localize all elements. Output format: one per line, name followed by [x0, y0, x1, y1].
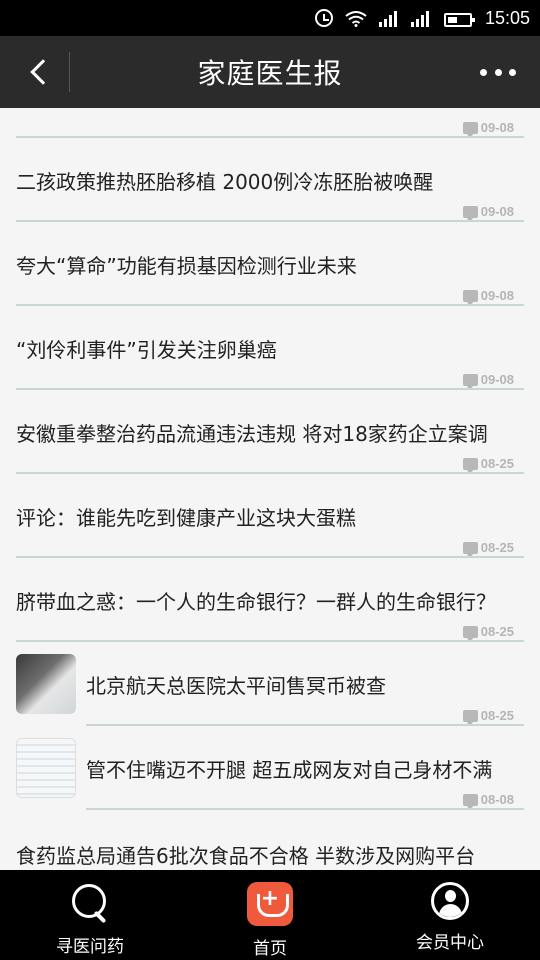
more-button[interactable]: [480, 60, 516, 84]
tab-label: 寻医问药: [56, 937, 124, 957]
article-date: 08-25: [462, 708, 514, 726]
status-time: 15:05: [484, 7, 530, 28]
article-date: 08-08: [462, 792, 514, 810]
article-title: 管不住嘴迈不开腿 超五成网友对自己身材不满: [86, 758, 493, 782]
alarm-icon: [313, 9, 335, 27]
status-bar: 15:05: [0, 0, 540, 36]
article-title: 夸大“算命”功能有损基因检测行业未来: [16, 254, 357, 278]
comment-icon: [462, 457, 478, 474]
wifi-icon: [345, 9, 367, 27]
list-item[interactable]: 09-08: [0, 108, 540, 138]
back-button[interactable]: [18, 48, 62, 96]
signal-icon: [377, 9, 399, 27]
article-title: 安徽重拳整治药品流通违法违规 将对18家药企立案调: [16, 422, 488, 446]
list-item[interactable]: 北京航天总医院太平间售冥币被查 08-25: [0, 642, 540, 726]
tab-label: 会员中心: [416, 933, 484, 953]
comment-icon: [462, 625, 478, 642]
article-title: 脐带血之惑：一个人的生命银行？一群人的生命银行？: [16, 590, 496, 614]
article-title: 食药监总局通告6批次食品不合格 半数涉及网购平台: [16, 844, 476, 868]
divider: [69, 52, 70, 92]
tab-home[interactable]: 首页: [180, 870, 360, 960]
search-icon: [70, 882, 110, 924]
article-date: 08-25: [462, 624, 514, 642]
more-dots-icon: [480, 68, 487, 76]
list-item[interactable]: 安徽重拳整治药品流通违法违规 将对18家药企立案调 08-25: [0, 390, 540, 474]
comment-icon: [462, 289, 478, 306]
comment-icon: [462, 793, 478, 810]
list-item[interactable]: 夸大“算命”功能有损基因检测行业未来 09-08: [0, 222, 540, 306]
comment-icon: [462, 373, 478, 390]
battery-icon: [441, 9, 475, 27]
article-date: 08-25: [462, 540, 514, 558]
list-item[interactable]: 脐带血之惑：一个人的生命银行？一群人的生命银行？ 08-25: [0, 558, 540, 642]
article-thumbnail: [16, 654, 76, 714]
comment-icon: [462, 709, 478, 726]
list-item[interactable]: 二孩政策推热胚胎移植 2000例冷冻胚胎被唤醒 09-08: [0, 138, 540, 222]
user-icon: [431, 882, 469, 920]
article-date: 09-08: [462, 288, 514, 306]
list-item[interactable]: 评论：谁能先吃到健康产业这块大蛋糕 08-25: [0, 474, 540, 558]
article-date: 08-25: [462, 456, 514, 474]
title-bar: 家庭医生报: [0, 36, 540, 108]
article-title: 北京航天总医院太平间售冥币被查: [86, 674, 386, 698]
article-thumbnail: [16, 738, 76, 798]
article-title: “刘伶利事件”引发关注卵巢癌: [16, 338, 277, 362]
tab-search-medicine[interactable]: 寻医问药: [0, 870, 180, 960]
chevron-left-icon: [30, 59, 56, 85]
comment-icon: [462, 121, 478, 138]
home-icon: [247, 882, 293, 926]
article-date: 09-08: [462, 120, 514, 138]
list-item[interactable]: 食药监总局通告6批次食品不合格 半数涉及网购平台: [0, 810, 540, 870]
article-date: 09-08: [462, 204, 514, 222]
list-item[interactable]: 管不住嘴迈不开腿 超五成网友对自己身材不满 08-08: [0, 726, 540, 810]
tab-member-center[interactable]: 会员中心: [360, 870, 540, 960]
signal-icon-2: [409, 9, 431, 27]
article-list[interactable]: 09-08 二孩政策推热胚胎移植 2000例冷冻胚胎被唤醒 09-08 夸大“算…: [0, 108, 540, 870]
page-title: 家庭医生报: [197, 57, 343, 90]
article-date: 09-08: [462, 372, 514, 390]
tab-label: 首页: [253, 939, 287, 959]
list-item[interactable]: “刘伶利事件”引发关注卵巢癌 09-08: [0, 306, 540, 390]
bottom-tab-bar: 寻医问药 首页 会员中心: [0, 870, 540, 960]
comment-icon: [462, 205, 478, 222]
article-title: 评论：谁能先吃到健康产业这块大蛋糕: [16, 506, 356, 530]
comment-icon: [462, 541, 478, 558]
article-title: 二孩政策推热胚胎移植 2000例冷冻胚胎被唤醒: [16, 170, 434, 194]
